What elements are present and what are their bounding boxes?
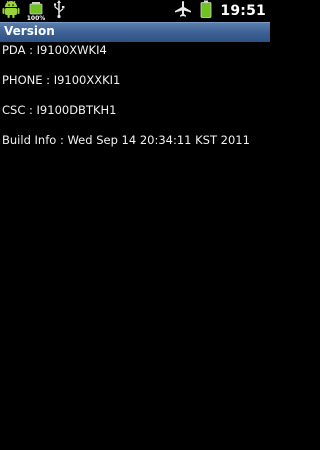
android-icon <box>2 0 20 23</box>
battery-100-icon: 100% <box>24 1 48 22</box>
clock: 19:51 <box>220 3 266 19</box>
battery-full-icon <box>200 0 212 22</box>
notification-icons: 100% <box>2 0 66 23</box>
usb-icon <box>52 0 66 23</box>
page-title: Version <box>4 24 55 38</box>
pda-version-text: PDA : I9100XWKI4 <box>2 43 107 57</box>
status-bar: 100% 19:51 <box>0 0 270 22</box>
build-info-text: Build Info : Wed Sep 14 20:34:11 KST 201… <box>2 133 250 147</box>
title-bar: Version <box>0 22 270 42</box>
phone-version-text: PHONE : I9100XXKI1 <box>2 73 121 87</box>
battery-percent-label: 100% <box>26 15 46 22</box>
system-status-icons: 19:51 <box>174 0 266 22</box>
airplane-mode-icon <box>174 0 192 22</box>
csc-version-text: CSC : I9100DBTKH1 <box>2 103 117 117</box>
